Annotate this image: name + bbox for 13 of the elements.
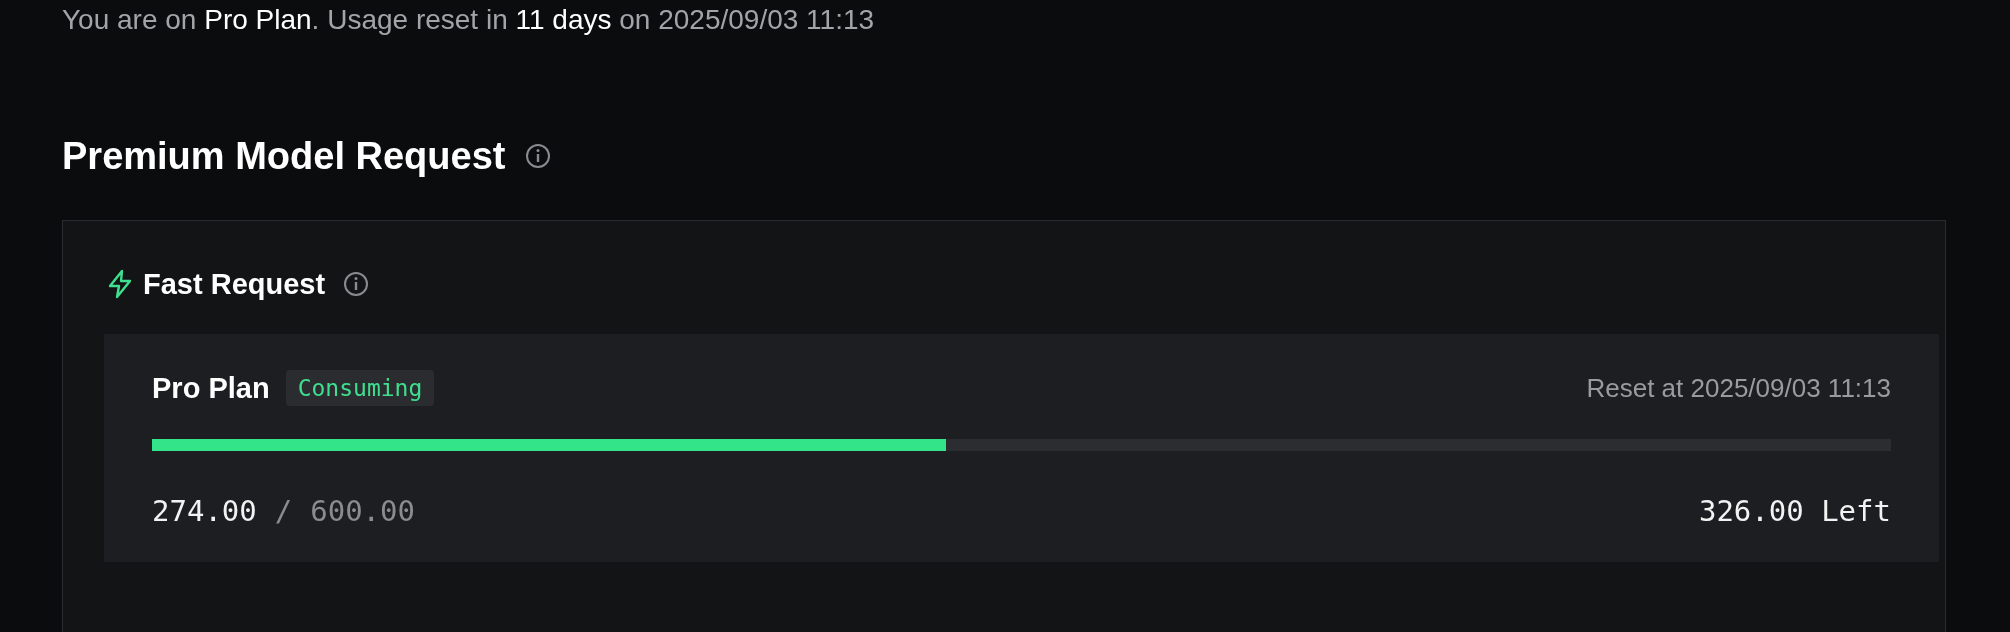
separator: / <box>274 494 293 528</box>
group-title: Fast Request <box>143 267 326 301</box>
remaining-amount: 326.00 Left <box>1698 494 1891 528</box>
plan-summary: You are on Pro Plan. Usage reset in 11 days on 2025/09/03 11:13 <box>62 3 876 37</box>
reset-time: Reset at 2025/09/03 11:13 <box>1586 372 1891 404</box>
info-icon[interactable] <box>525 143 552 169</box>
plan-name: Pro Plan <box>152 371 270 405</box>
used-amount: 274.00 <box>152 494 257 528</box>
total-amount: 600.00 <box>310 494 415 528</box>
info-icon[interactable] <box>343 271 370 297</box>
lightning-icon <box>107 269 133 299</box>
status-badge: Consuming <box>285 370 435 406</box>
section-title: Premium Model Request <box>62 134 506 178</box>
